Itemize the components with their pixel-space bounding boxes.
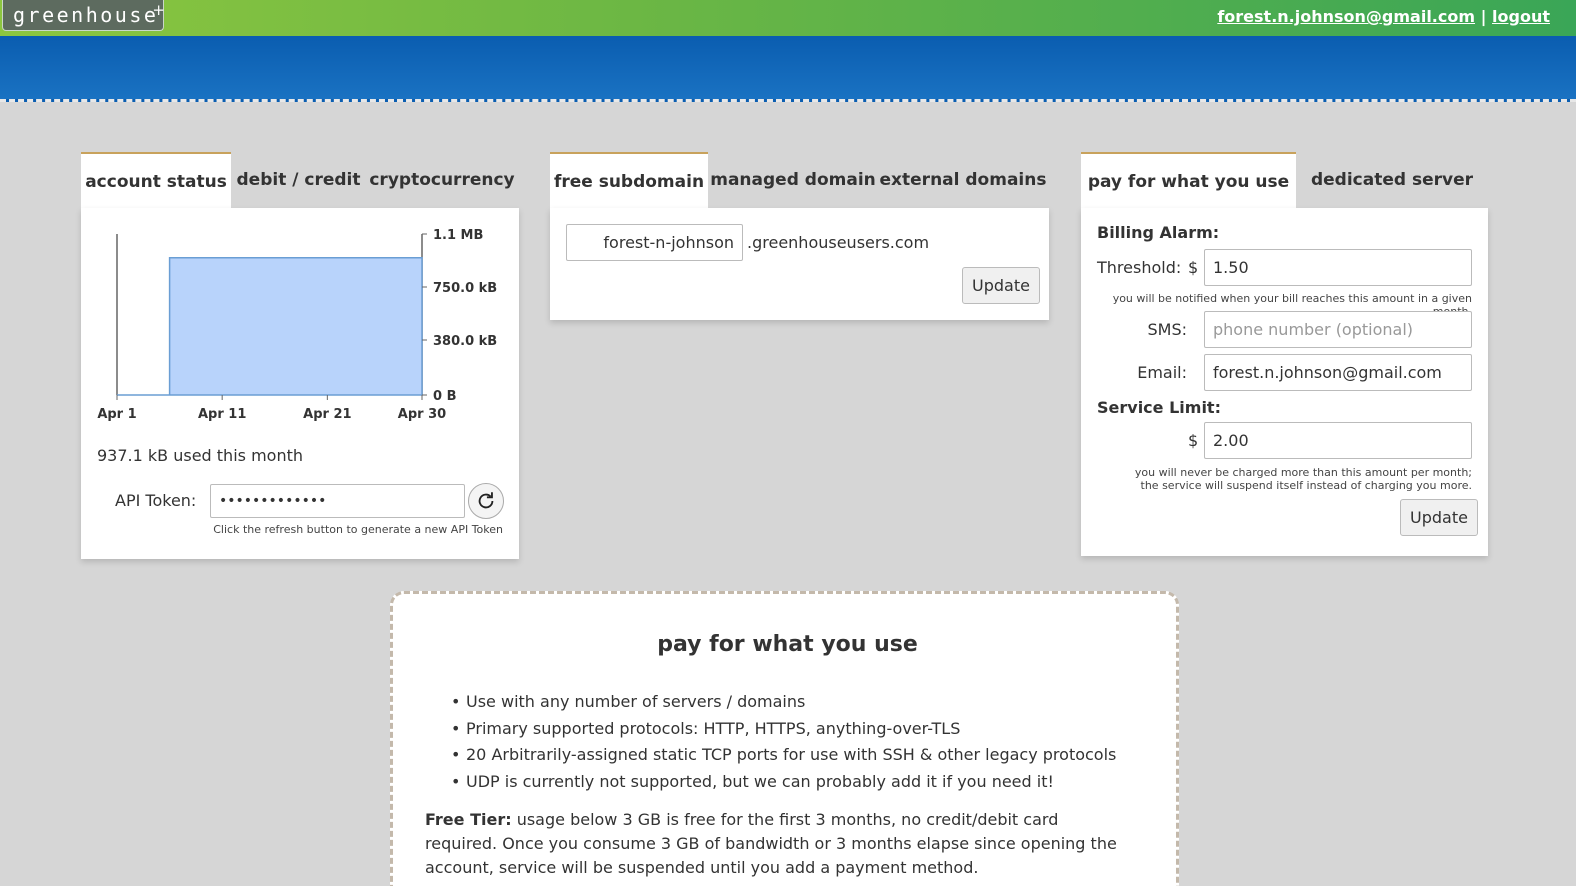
logo[interactable]: greenhouse + — [2, 0, 165, 31]
header-banner — [0, 36, 1576, 102]
y-tick-label: 750.0 kB — [433, 281, 497, 296]
logout-link[interactable]: logout — [1492, 7, 1550, 26]
api-token-input[interactable] — [210, 484, 465, 518]
free-tier-text: Free Tier: usage below 3 GB is free for … — [425, 808, 1125, 880]
limit-currency: $ — [1188, 431, 1199, 450]
y-tick-label: 1.1 MB — [433, 228, 483, 243]
sms-label: SMS: — [1147, 320, 1187, 339]
pricing-info-box: pay for what you use Use with any number… — [390, 591, 1179, 886]
x-tick-label: Apr 30 — [398, 407, 446, 422]
service-limit-hint: you will never be charged more than this… — [1135, 466, 1472, 492]
tab-managed-domain[interactable]: managed domain — [708, 152, 878, 208]
separator: | — [1480, 7, 1487, 26]
chart-area — [117, 257, 423, 396]
domain-tabs: free subdomain managed domain external d… — [550, 152, 1049, 208]
api-token-hint: Click the refresh button to generate a n… — [213, 523, 503, 536]
service-limit-hint-line-1: you will never be charged more than this… — [1134, 466, 1472, 479]
user-email-link[interactable]: forest.n.johnson@gmail.com — [1217, 7, 1475, 26]
tab-account-status[interactable]: account status — [81, 152, 231, 208]
user-links: forest.n.johnson@gmail.com | logout — [1217, 7, 1550, 26]
usage-text: 937.1 kB used this month — [97, 446, 303, 465]
threshold-label: Threshold: — [1097, 258, 1182, 277]
billing-panel: pay for what you use dedicated server Bi… — [1081, 152, 1488, 556]
logo-text: greenhouse — [13, 3, 159, 27]
billing-alarm-heading: Billing Alarm: — [1097, 223, 1220, 242]
subdomain-input[interactable] — [566, 224, 743, 261]
tab-pay-for-what-you-use[interactable]: pay for what you use — [1081, 152, 1296, 208]
tab-free-subdomain[interactable]: free subdomain — [550, 152, 708, 208]
tab-dedicated-server[interactable]: dedicated server — [1296, 152, 1488, 208]
domain-panel: free subdomain managed domain external d… — [550, 152, 1049, 320]
feature-item: UDP is currently not supported, but we c… — [451, 772, 1116, 799]
info-title: pay for what you use — [657, 632, 918, 657]
free-tier-label: Free Tier: — [425, 810, 512, 829]
x-tick-label: Apr 1 — [97, 407, 136, 422]
billing-tabs: pay for what you use dedicated server — [1081, 152, 1488, 208]
logo-plus-icon: + — [152, 1, 165, 19]
x-tick-label: Apr 21 — [303, 407, 351, 422]
refresh-token-button[interactable] — [468, 483, 504, 519]
tab-external-domains[interactable]: external domains — [878, 152, 1048, 208]
feature-item: 20 Arbitrarily-assigned static TCP ports… — [451, 745, 1116, 772]
account-panel: account status debit / credit cryptocurr… — [81, 152, 519, 559]
free-tier-description: usage below 3 GB is free for the first 3… — [425, 810, 1117, 877]
service-limit-heading: Service Limit: — [1097, 398, 1221, 417]
billing-body: Billing Alarm: Threshold: $ you will be … — [1081, 208, 1488, 556]
usage-chart: 1.1 MB750.0 kB380.0 kB0 B Apr 1 Apr 11 Apr… — [97, 228, 497, 422]
service-limit-input[interactable] — [1204, 422, 1472, 459]
email-label: Email: — [1137, 363, 1187, 382]
feature-list: Use with any number of servers / domains… — [451, 692, 1116, 798]
billing-update-button[interactable]: Update — [1400, 499, 1478, 536]
threshold-currency: $ — [1188, 258, 1199, 277]
x-tick-label: Apr 11 — [198, 407, 246, 422]
free-subdomain-body: .greenhouseusers.com Update — [550, 208, 1049, 320]
feature-item: Primary supported protocols: HTTP, HTTPS… — [451, 719, 1116, 746]
service-limit-hint-line-2: the service will suspend itself instead … — [1140, 479, 1472, 492]
refresh-icon — [478, 492, 494, 509]
y-tick-label: 0 B — [433, 389, 456, 404]
subdomain-suffix: .greenhouseusers.com — [747, 233, 930, 252]
account-tabs: account status debit / credit cryptocurr… — [81, 152, 519, 208]
sms-input[interactable] — [1204, 311, 1472, 348]
tab-cryptocurrency[interactable]: cryptocurrency — [366, 152, 518, 208]
tab-debit-credit[interactable]: debit / credit — [231, 152, 366, 208]
threshold-input[interactable] — [1204, 249, 1472, 286]
account-status-body: 1.1 MB 750.0 kB 380.0 kB 0 B Apr 1 Apr 11 Apr… — [81, 208, 519, 559]
email-input[interactable] — [1204, 354, 1472, 391]
y-tick-label: 380.0 kB — [433, 334, 497, 349]
feature-item: Use with any number of servers / domains — [451, 692, 1116, 719]
chart-y-ticks: 1.1 MB 750.0 kB 380.0 kB 0 B — [422, 228, 497, 404]
chart-x-ticks: Apr 1 Apr 11 Apr 21 Apr 30 — [97, 395, 446, 422]
api-token-label: API Token: — [115, 491, 197, 510]
subdomain-update-button[interactable]: Update — [962, 267, 1040, 304]
top-bar: greenhouse + forest.n.johnson@gmail.com … — [0, 0, 1576, 36]
